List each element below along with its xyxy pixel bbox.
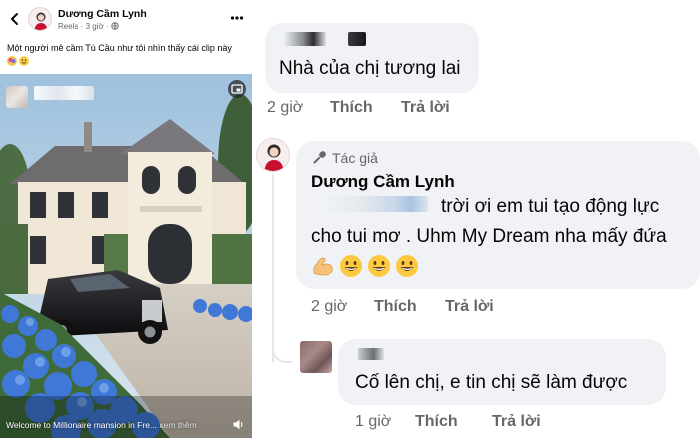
grinning-emoji <box>340 255 362 277</box>
reply-thread-connector <box>272 345 292 363</box>
post-header: Dương Cầm Lynh Reels · 3 giờ · <box>0 0 252 38</box>
comment-3-text: Cố lên chị, e tin chị sẽ làm được <box>355 372 628 393</box>
commenter-name-blurred[interactable] <box>348 32 366 46</box>
comment-3-reply-button[interactable]: Trả lời <box>492 413 541 431</box>
comment-3-time[interactable]: 1 giờ <box>355 413 391 431</box>
post-meta-text: Reels · 3 giờ · <box>58 22 111 31</box>
comment-1-reply-button[interactable]: Trả lời <box>401 99 450 117</box>
reply-avatar-blurred[interactable] <box>300 341 332 373</box>
post-caption: Một người mê cầm Tú Cầu như tôi nhìn thấ… <box>7 43 232 53</box>
caption-emojis <box>7 56 29 68</box>
comment-1-text: Nhà của chị tương lai <box>279 58 461 79</box>
reply-thread-line <box>272 174 274 362</box>
smiling-emoji-icon <box>19 56 29 66</box>
volume-icon[interactable] <box>232 418 245 431</box>
comment-1-like-button[interactable]: Thích <box>330 99 373 117</box>
see-more-link[interactable]: xem thêm <box>157 420 196 430</box>
reel-caption[interactable]: Welcome to Millionaire mansion in Fre...… <box>6 420 197 430</box>
comment-2-time[interactable]: 2 giờ <box>311 298 347 316</box>
post-meta: Reels · 3 giờ · <box>58 22 119 31</box>
comment-1-time[interactable]: 2 giờ <box>267 99 303 117</box>
reel-owner-name-blurred[interactable] <box>34 86 94 100</box>
author-comment-avatar[interactable] <box>256 138 290 172</box>
reel-video[interactable]: Welcome to Millionaire mansion in Fre...… <box>0 74 252 438</box>
globe-icon <box>111 22 119 30</box>
flexed-biceps-emoji <box>313 257 333 276</box>
author-avatar[interactable] <box>28 7 52 31</box>
comments-panel: Nhà của chị tương lai 2 giờ Thích Trả lờ… <box>252 0 700 438</box>
hydrangea-emoji-icon <box>7 56 17 66</box>
grinning-emoji <box>396 255 418 277</box>
reel-owner-avatar-blurred[interactable] <box>6 86 28 108</box>
comment-2-like-button[interactable]: Thích <box>374 298 417 316</box>
mentioned-name-blurred[interactable] <box>316 196 428 212</box>
microphone-icon <box>313 151 326 164</box>
back-arrow-icon[interactable] <box>8 12 22 26</box>
commenter-name-blurred[interactable] <box>284 32 326 46</box>
comment-2-text-line1: trời ơi em tui tạo động lực <box>441 196 660 217</box>
comment-2-reply-button[interactable]: Trả lời <box>445 298 494 316</box>
reel-post: Dương Cầm Lynh Reels · 3 giờ · Một người… <box>0 0 252 438</box>
reel-caption-text: Welcome to Millionaire mansion in Fre... <box>6 420 158 430</box>
comment-3-like-button[interactable]: Thích <box>415 413 458 431</box>
reply-commenter-name-blurred[interactable] <box>358 348 384 360</box>
comment-2-text-line2: cho tui mơ . Uhm My Dream nha mấy đứa <box>311 226 667 247</box>
mansion-video-frame <box>0 74 252 438</box>
post-author-name[interactable]: Dương Cầm Lynh <box>58 8 147 20</box>
comment-2-author-name[interactable]: Dương Cầm Lynh <box>311 172 455 192</box>
more-options-icon[interactable] <box>230 11 244 25</box>
grinning-emoji <box>368 255 390 277</box>
picture-in-picture-icon[interactable] <box>228 80 246 98</box>
author-badge: Tác giả <box>332 150 378 166</box>
